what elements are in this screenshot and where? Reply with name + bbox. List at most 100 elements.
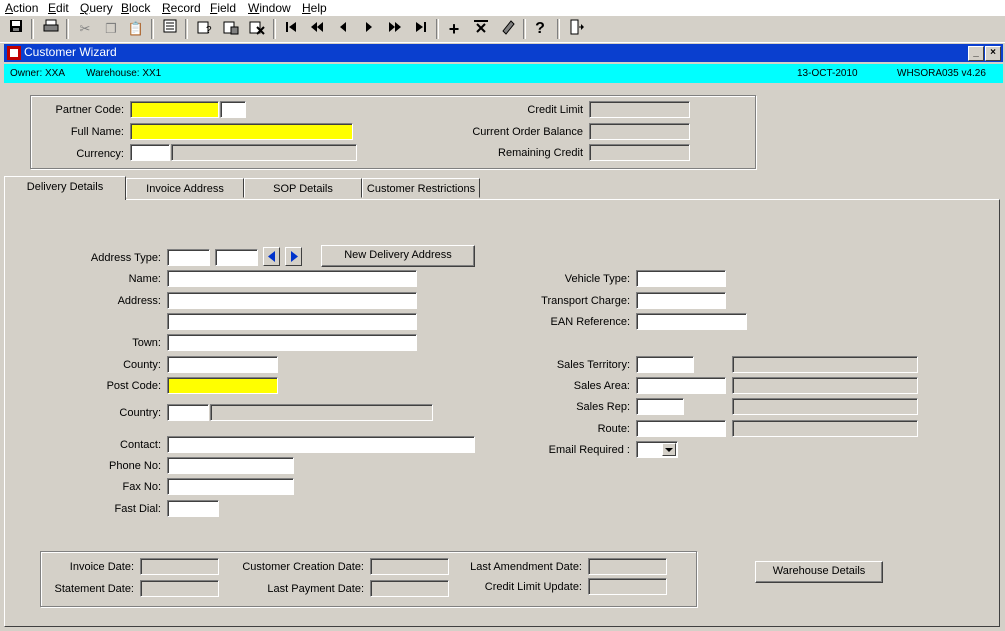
transport-charge-field[interactable] bbox=[636, 292, 726, 309]
post-code-label: Post Code: bbox=[106, 380, 161, 392]
address-line-1-field[interactable] bbox=[167, 292, 417, 309]
route-field[interactable] bbox=[636, 420, 726, 437]
close-button[interactable]: × bbox=[985, 46, 1001, 61]
last-payment-date-field bbox=[370, 580, 449, 597]
partner-code-suffix-field[interactable] bbox=[220, 101, 246, 118]
delete-record-icon[interactable] bbox=[471, 19, 491, 39]
email-required-select[interactable] bbox=[636, 441, 678, 458]
ean-reference-field[interactable] bbox=[636, 313, 747, 330]
chevron-down-icon bbox=[665, 448, 673, 452]
next-block-icon[interactable] bbox=[385, 19, 405, 39]
cancel-query-icon[interactable] bbox=[247, 19, 267, 39]
fax-field[interactable] bbox=[167, 478, 294, 495]
sales-territory-description-field bbox=[732, 356, 918, 373]
phone-label: Phone No: bbox=[109, 460, 161, 472]
warehouse-details-button[interactable]: Warehouse Details bbox=[755, 561, 883, 583]
menu-help[interactable]: Help bbox=[302, 0, 327, 16]
fast-dial-field[interactable] bbox=[167, 500, 219, 517]
minimize-button[interactable]: _ bbox=[968, 46, 984, 61]
full-name-field[interactable] bbox=[130, 123, 353, 140]
next-record-icon[interactable] bbox=[359, 19, 379, 39]
arrow-right-icon bbox=[291, 251, 298, 262]
tab-customer-restrictions[interactable]: Customer Restrictions bbox=[362, 178, 480, 198]
execute-query-icon[interactable] bbox=[221, 19, 241, 39]
save-icon[interactable] bbox=[6, 19, 26, 39]
previous-address-button[interactable] bbox=[263, 247, 280, 266]
first-record-icon[interactable] bbox=[281, 19, 301, 39]
address-type-field[interactable] bbox=[167, 249, 210, 266]
print-icon[interactable] bbox=[41, 19, 61, 39]
current-order-balance-field bbox=[589, 123, 690, 140]
currency-label: Currency: bbox=[76, 148, 124, 160]
last-amendment-date-field bbox=[588, 558, 667, 575]
menu-record[interactable]: Record bbox=[162, 0, 201, 16]
copy-icon[interactable]: ❐ bbox=[101, 19, 121, 39]
sales-territory-field[interactable] bbox=[636, 356, 694, 373]
insert-record-icon[interactable]: + bbox=[444, 19, 464, 39]
invoice-date-label: Invoice Date: bbox=[69, 561, 134, 573]
address-type-seq-field[interactable] bbox=[215, 249, 258, 266]
phone-field[interactable] bbox=[167, 457, 294, 474]
window-title-bar: Customer Wizard _ × bbox=[4, 44, 1003, 62]
address-line-2-field[interactable] bbox=[167, 313, 417, 330]
cut-icon[interactable]: ✂ bbox=[75, 19, 95, 39]
menu-window[interactable]: Window bbox=[248, 0, 291, 16]
window-title: Customer Wizard bbox=[24, 45, 117, 59]
menu-field[interactable]: Field bbox=[210, 0, 236, 16]
warehouse-info: Warehouse: XX1 bbox=[86, 68, 162, 79]
tab-invoice-address[interactable]: Invoice Address bbox=[126, 178, 244, 198]
query-icon[interactable]: ? bbox=[195, 19, 215, 39]
statement-date-field bbox=[140, 580, 219, 597]
contact-field[interactable] bbox=[167, 436, 475, 453]
dropdown-button[interactable] bbox=[662, 443, 676, 456]
town-field[interactable] bbox=[167, 334, 417, 351]
country-label: Country: bbox=[119, 407, 161, 419]
vehicle-type-field[interactable] bbox=[636, 270, 726, 287]
owner-info: Owner: XXA bbox=[10, 68, 66, 79]
sales-territory-label: Sales Territory: bbox=[556, 359, 630, 371]
post-code-field[interactable] bbox=[167, 377, 278, 394]
credit-limit-label: Credit Limit bbox=[527, 104, 583, 116]
transport-charge-label: Transport Charge: bbox=[541, 295, 630, 307]
remaining-credit-label: Remaining Credit bbox=[498, 147, 583, 159]
full-name-label: Full Name: bbox=[70, 126, 124, 138]
country-code-field[interactable] bbox=[167, 404, 209, 421]
list-icon[interactable] bbox=[160, 19, 180, 39]
new-delivery-address-button[interactable]: New Delivery Address bbox=[321, 245, 475, 267]
paste-icon[interactable]: 📋 bbox=[126, 19, 146, 39]
credit-limit-field bbox=[589, 101, 690, 118]
address-label: Address: bbox=[117, 295, 161, 307]
county-field[interactable] bbox=[167, 356, 278, 373]
version-info: WHSORA035 v4.26 bbox=[897, 68, 986, 79]
credit-limit-update-label: Credit Limit Update: bbox=[484, 581, 582, 593]
menu-query[interactable]: Query bbox=[80, 0, 113, 16]
exit-icon[interactable] bbox=[566, 19, 586, 39]
previous-block-icon[interactable] bbox=[307, 19, 327, 39]
menu-edit[interactable]: Edit bbox=[48, 0, 69, 16]
next-address-button[interactable] bbox=[285, 247, 302, 266]
last-amendment-date-label: Last Amendment Date: bbox=[470, 561, 582, 573]
tab-sop-details[interactable]: SOP Details bbox=[244, 178, 362, 198]
menu-block[interactable]: Block bbox=[121, 0, 150, 16]
customer-creation-date-label: Customer Creation Date: bbox=[242, 561, 364, 573]
email-required-label: Email Required : bbox=[548, 444, 630, 456]
help-icon[interactable]: ? bbox=[530, 19, 550, 39]
sales-area-description-field bbox=[732, 377, 918, 394]
currency-code-field[interactable] bbox=[130, 144, 170, 161]
previous-record-icon[interactable] bbox=[333, 19, 353, 39]
sales-area-field[interactable] bbox=[636, 377, 726, 394]
tab-delivery-details[interactable]: Delivery Details bbox=[4, 176, 126, 200]
statement-date-label: Statement Date: bbox=[54, 583, 135, 595]
sales-rep-field[interactable] bbox=[636, 398, 684, 415]
clear-record-icon[interactable] bbox=[498, 19, 518, 39]
partner-code-field[interactable] bbox=[130, 101, 219, 118]
menu-action[interactable]: Action bbox=[5, 0, 38, 16]
county-label: County: bbox=[123, 359, 161, 371]
last-record-icon[interactable] bbox=[411, 19, 431, 39]
route-description-field bbox=[732, 420, 918, 437]
toolbar: ✂ ❐ 📋 ? + ? bbox=[0, 16, 1005, 43]
delivery-name-field[interactable] bbox=[167, 270, 417, 287]
arrow-left-icon bbox=[268, 251, 275, 262]
partner-code-label: Partner Code: bbox=[55, 104, 124, 116]
last-payment-date-label: Last Payment Date: bbox=[267, 583, 364, 595]
